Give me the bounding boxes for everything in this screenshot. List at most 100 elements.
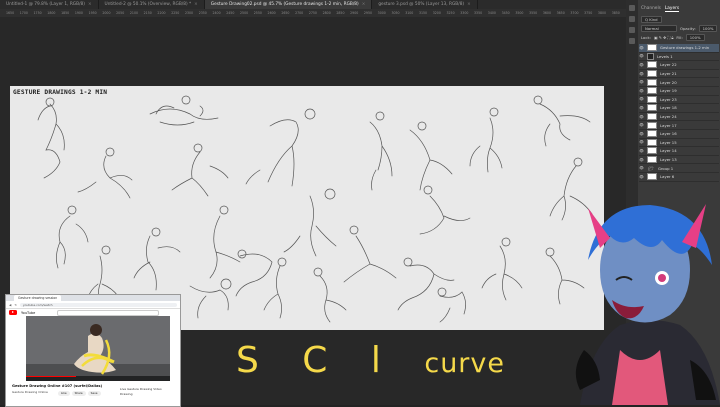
visibility-eye-icon[interactable]: 👁︎ — [639, 158, 644, 162]
layer-row[interactable]: 👁︎ Layer 17 — [639, 121, 719, 130]
visibility-eye-icon[interactable]: 👁︎ — [639, 175, 644, 179]
tab-channels[interactable]: Channels — [641, 6, 661, 12]
visibility-eye-icon[interactable]: 👁︎ — [639, 97, 644, 101]
close-tab-icon[interactable]: × — [88, 2, 92, 7]
video-controls[interactable] — [26, 376, 170, 381]
layer-row[interactable]: 👁︎ Layer 23 — [639, 95, 719, 105]
layer-thumbnail — [647, 104, 657, 112]
layer-row[interactable]: 👁︎ Layer 13 — [639, 156, 719, 165]
layer-row[interactable]: 👁︎ Layer 24 — [639, 113, 719, 122]
ruler-tick-label: 1650 — [6, 11, 15, 15]
ruler-tick-label: 2300 — [184, 11, 194, 15]
visibility-eye-icon[interactable]: 👁︎ — [639, 140, 644, 144]
ruler-tick-label: 3000 — [377, 11, 386, 15]
ruler-tick-label: 3750 — [584, 11, 593, 15]
browser-window[interactable]: Gesture drawing session ◀ ↻ youtube.com/… — [5, 294, 181, 407]
document-tab[interactable]: gesture 3.psd @ 50% (Layer 13, RGB/8) × — [372, 0, 478, 9]
layer-row[interactable]: 👁︎ Layer 16 — [639, 130, 719, 139]
ruler-tick-label: 1900 — [74, 11, 83, 15]
blend-row: Normal Opacity: 100% — [641, 25, 718, 32]
layer-row[interactable]: 👁︎ 📁︎ Group 1 — [639, 164, 719, 173]
layer-name: Layer 15 — [660, 139, 677, 145]
layer-thumbnail — [647, 130, 657, 138]
layer-row[interactable]: 👁︎ Layer 20 — [639, 78, 719, 87]
annotation-letters: S C l — [236, 340, 397, 381]
layer-row[interactable]: 👁︎ Layer 19 — [639, 87, 719, 96]
share-button[interactable]: Share — [71, 391, 86, 396]
history-icon[interactable] — [629, 5, 635, 11]
ruler-tick-label: 2650 — [281, 11, 290, 15]
fill-input[interactable]: 100% — [685, 34, 705, 41]
visibility-eye-icon[interactable]: 👁︎ — [639, 63, 644, 67]
back-icon[interactable]: ◀ — [9, 303, 11, 307]
layer-row[interactable]: 👁︎ Layer 22 — [639, 61, 719, 70]
visibility-eye-icon[interactable]: 👁︎ — [639, 166, 644, 170]
ruler-tick-label: 3200 — [432, 11, 441, 15]
visibility-eye-icon[interactable]: 👁︎ — [639, 106, 644, 110]
ruler-tick-label: 3350 — [474, 11, 483, 15]
visibility-eye-icon[interactable]: 👁︎ — [639, 80, 644, 84]
brush-settings-icon[interactable] — [629, 27, 635, 33]
layer-row[interactable]: 👁︎ Layer 6 — [639, 173, 719, 182]
video-progress-bar[interactable] — [26, 376, 77, 377]
layer-name: Layer 16 — [660, 131, 677, 137]
blend-mode-select[interactable]: Normal — [641, 25, 677, 32]
layer-name: Layer 19 — [660, 88, 677, 94]
layer-row[interactable]: 👁︎ Levels 1 — [639, 52, 719, 62]
url-field[interactable]: youtube.com/watch — [19, 302, 177, 307]
ruler-tick-label: 2500 — [240, 11, 249, 15]
close-tab-icon[interactable]: × — [194, 2, 198, 7]
layer-row[interactable]: 👁︎ Gesture drawings 1-2 min — [639, 44, 719, 53]
document-tab[interactable]: Untitled-1 @ 79.8% (Layer 1, RGB/8) × — [0, 0, 99, 9]
layer-row[interactable]: 👁︎ Layer 18 — [639, 104, 719, 113]
visibility-eye-icon[interactable]: 👁︎ — [639, 89, 644, 93]
ruler-tick-label: 2050 — [116, 11, 125, 15]
visibility-eye-icon[interactable]: 👁︎ — [639, 72, 644, 76]
close-tab-icon[interactable]: × — [362, 2, 366, 7]
visibility-eye-icon[interactable]: 👁︎ — [639, 54, 644, 58]
close-tab-icon[interactable]: × — [467, 2, 471, 7]
video-player[interactable] — [26, 316, 170, 381]
ruler-tick-label: 3150 — [418, 11, 428, 15]
youtube-search-input[interactable] — [57, 309, 159, 316]
ruler-tick-label: 2950 — [363, 11, 373, 15]
layer-row[interactable]: 👁︎ Layer 14 — [639, 147, 719, 156]
layer-name: Layer 23 — [660, 96, 677, 102]
layer-name: Gesture drawings 1-2 min — [660, 45, 710, 51]
layer-name: Group 1 — [658, 165, 674, 171]
opacity-input[interactable]: 100% — [698, 25, 718, 32]
layer-name: Layer 6 — [660, 174, 675, 180]
layer-thumbnail — [647, 138, 657, 146]
layer-row[interactable]: 👁︎ Layer 15 — [639, 138, 719, 148]
visibility-eye-icon[interactable]: 👁︎ — [639, 123, 644, 127]
youtube-logo-icon[interactable] — [9, 310, 17, 315]
layer-name: Layer 21 — [660, 71, 677, 77]
channel-name[interactable]: Gesture Drawing Online — [12, 390, 48, 394]
tab-layers[interactable]: Layers — [664, 6, 680, 12]
like-button[interactable]: Like — [58, 391, 70, 396]
ruler-tick-label: 3550 — [529, 11, 538, 15]
layer-name: Layer 24 — [660, 114, 677, 120]
save-button[interactable]: Save — [87, 391, 101, 396]
document-tab[interactable]: Gesture Drawing02.psd @ 45.7% (Gesture d… — [204, 0, 373, 9]
reload-icon[interactable]: ↻ — [14, 303, 17, 307]
visibility-eye-icon[interactable]: 👁︎ — [639, 115, 644, 119]
document-tab-label: Untitled-1 @ 79.8% (Layer 1, RGB/8) — [6, 2, 85, 7]
ruler-tick-label: 3250 — [446, 11, 455, 15]
layer-thumbnail — [647, 113, 657, 121]
properties-icon[interactable] — [629, 16, 635, 22]
visibility-eye-icon[interactable]: 👁︎ — [639, 132, 644, 136]
document-tab[interactable]: Untitled-2 @ 50.1% (Overview, RGB/8) * × — [99, 0, 205, 9]
lock-icon[interactable]: ▣ ✎ ✥ ⛶ 🔒︎ — [654, 35, 673, 40]
visibility-eye-icon[interactable]: 👁︎ — [639, 46, 644, 50]
recommendation-item[interactable]: Drawing — [120, 392, 162, 397]
layer-name: Layer 13 — [660, 157, 677, 163]
adjustments-icon[interactable] — [629, 38, 635, 44]
visibility-eye-icon[interactable]: 👁︎ — [639, 149, 644, 153]
browser-tab[interactable]: Gesture drawing session — [14, 295, 62, 301]
layer-filter-row: Q Kind — [641, 16, 662, 23]
layer-row[interactable]: 👁︎ Layer 21 — [639, 70, 719, 79]
layer-filter-select[interactable]: Q Kind — [641, 16, 662, 23]
streamer-avatar — [575, 204, 720, 405]
video-title: Gesture Drawing Online #107 (surfel/Dall… — [12, 384, 103, 388]
